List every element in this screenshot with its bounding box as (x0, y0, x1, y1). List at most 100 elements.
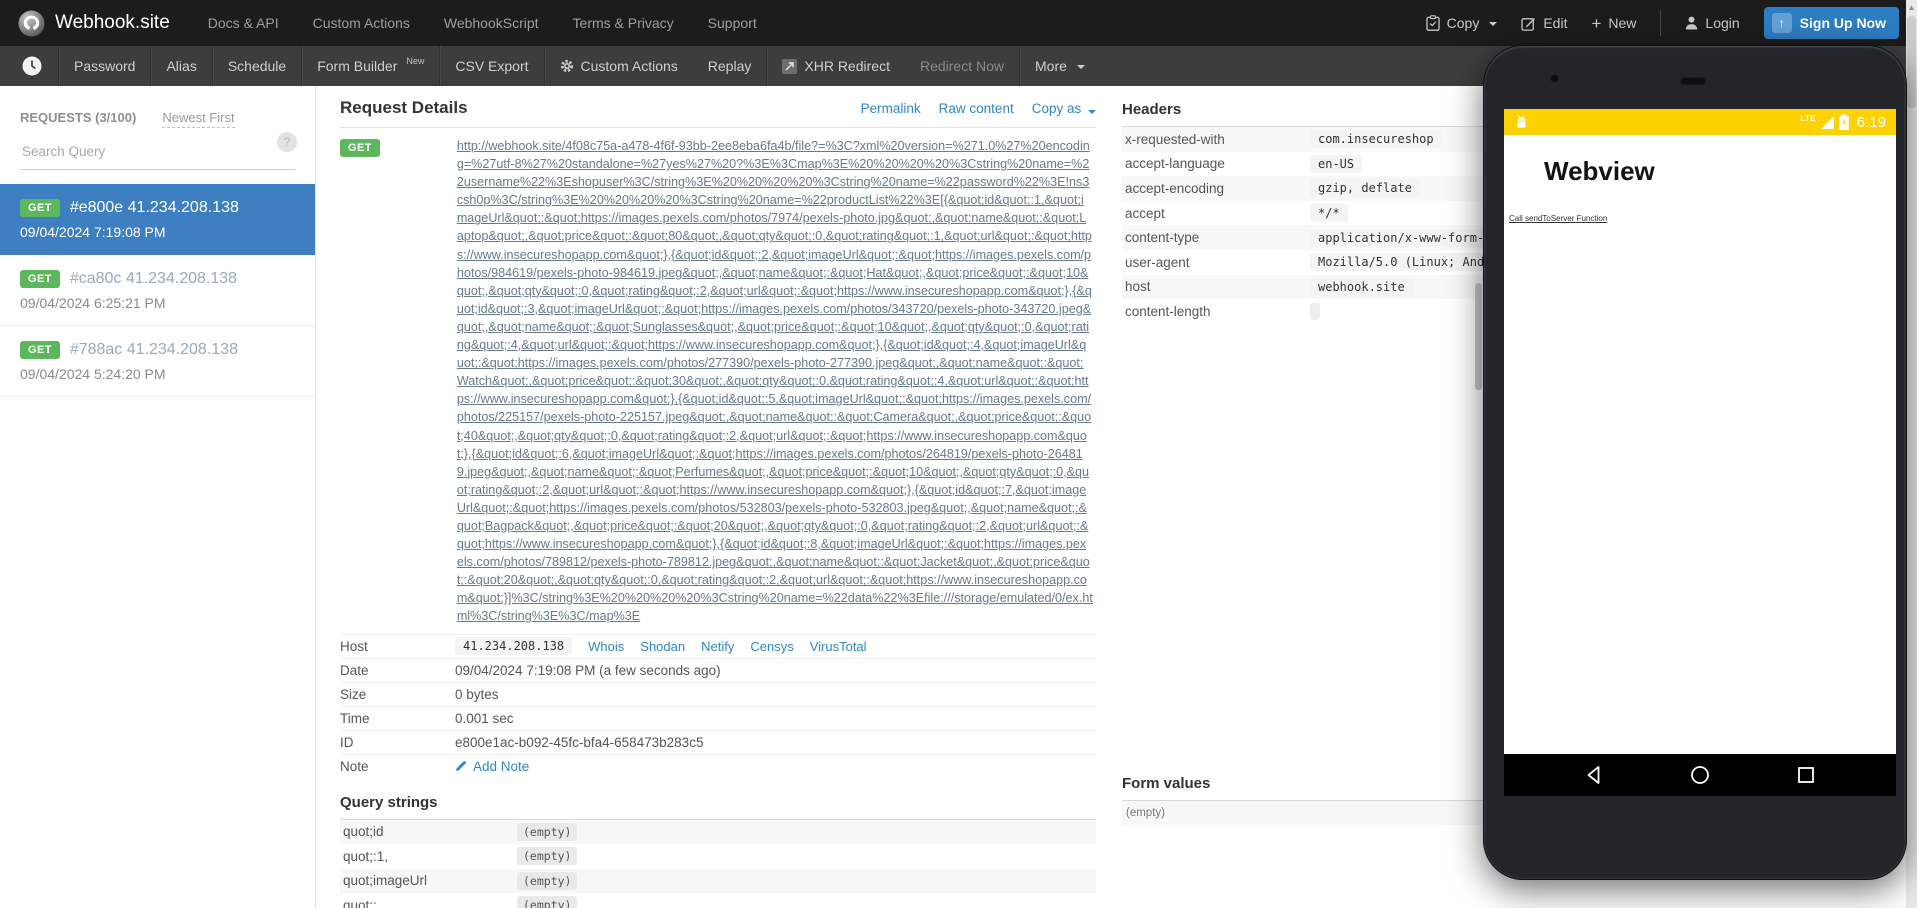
clipboard-icon (1426, 15, 1440, 31)
login-button[interactable]: Login (1685, 15, 1739, 31)
custom-actions-label: Custom Actions (581, 58, 678, 74)
edit-label: Edit (1543, 15, 1567, 31)
network-type-label: LTE (1800, 114, 1815, 123)
csv-export-button[interactable]: CSV Export (440, 46, 543, 86)
query-string-row: quot;: (empty) (340, 893, 1096, 908)
section-title: Query strings (340, 784, 1096, 820)
censys-link[interactable]: Censys (750, 639, 793, 654)
permalink-link[interactable]: Permalink (861, 101, 921, 116)
browser-scrollbar[interactable]: ▲ (1906, 0, 1917, 908)
replay-button[interactable]: Replay (693, 46, 767, 86)
xhr-redirect-label: XHR Redirect (804, 58, 890, 74)
field-label: Size (340, 687, 455, 702)
custom-actions-button[interactable]: Custom Actions (545, 46, 693, 86)
nav-link-webhookscript[interactable]: WebhookScript (444, 15, 539, 31)
form-builder-button[interactable]: Form Builder New (302, 46, 439, 86)
more-label: More (1035, 58, 1067, 74)
host-lookup-links: Whois Shodan Netify Censys VirusTotal (588, 639, 866, 654)
nav-link-custom-actions[interactable]: Custom Actions (313, 15, 410, 31)
clock-time: 6:19 (1857, 114, 1886, 131)
date-row: Date 09/04/2024 7:19:08 PM (a few second… (340, 658, 1096, 682)
note-row: Note Add Note (340, 754, 1096, 778)
browser-scrollbar-thumb[interactable] (1907, 16, 1916, 108)
field-label: Date (340, 663, 455, 678)
query-key: quot;imageUrl (340, 873, 517, 888)
top-navbar-right: Copy Edit + New Login ↑ (1426, 7, 1899, 39)
home-button-icon[interactable] (1689, 764, 1711, 786)
whois-link[interactable]: Whois (588, 639, 624, 654)
header-key: accept (1122, 206, 1310, 221)
page-title: Request Details (340, 98, 468, 118)
time-value: 0.001 sec (455, 711, 514, 726)
shodan-link[interactable]: Shodan (640, 639, 685, 654)
method-badge: GET (20, 270, 60, 288)
field-label: Host (340, 639, 455, 654)
search-input[interactable] (20, 143, 248, 160)
query-value: (empty) (517, 896, 577, 908)
copy-menu-button[interactable]: Copy (1426, 15, 1498, 31)
sign-up-now-button[interactable]: ↑ Sign Up Now (1764, 7, 1899, 39)
query-value: (empty) (517, 823, 577, 841)
add-note-label: Add Note (473, 759, 529, 774)
scroll-up-arrow-icon[interactable]: ▲ (1906, 0, 1917, 14)
raw-content-link[interactable]: Raw content (939, 101, 1014, 116)
request-url-link[interactable]: http://webhook.site/4f08c75a-a478-4f6f-9… (457, 137, 1093, 626)
request-list-item[interactable]: GET #e800e 41.234.208.138 09/04/2024 7:1… (0, 184, 315, 255)
new-url-button[interactable]: + New (1591, 15, 1636, 32)
more-menu-button[interactable]: More (1020, 46, 1100, 86)
request-date: 09/04/2024 7:19:08 PM (20, 224, 295, 240)
form-values-empty-label: (empty) (1126, 807, 1165, 819)
virustotal-link[interactable]: VirusTotal (810, 639, 867, 654)
nav-link-terms-privacy[interactable]: Terms & Privacy (573, 15, 674, 31)
request-date: 09/04/2024 5:24:20 PM (20, 366, 295, 382)
brand-name: Webhook.site (55, 12, 170, 34)
chevron-down-icon (1077, 65, 1085, 69)
copy-as-menu[interactable]: Copy as (1032, 101, 1096, 116)
timer-button[interactable] (6, 46, 58, 86)
edit-button[interactable]: Edit (1521, 15, 1567, 31)
panel-scrollbar-thumb[interactable] (1475, 283, 1482, 390)
add-note-button[interactable]: Add Note (455, 759, 529, 774)
redirect-now-button[interactable]: Redirect Now (905, 46, 1019, 86)
requests-count-label: REQUESTS (3/100) (20, 110, 136, 125)
back-button-icon[interactable] (1583, 764, 1605, 786)
request-id-ip: #ca80c 41.234.208.138 (70, 270, 237, 288)
nav-link-docs-api[interactable]: Docs & API (208, 15, 279, 31)
nav-link-support[interactable]: Support (708, 15, 757, 31)
size-row: Size 0 bytes (340, 682, 1096, 706)
header-key: x-requested-with (1122, 132, 1310, 147)
xhr-redirect-button[interactable]: XHR Redirect (767, 46, 905, 86)
statusbar-right-cluster: LTE 6:19 (1800, 114, 1886, 131)
password-button[interactable]: Password (59, 46, 150, 86)
recents-button-icon[interactable] (1795, 764, 1817, 786)
webhook-logo-icon (18, 10, 45, 37)
brand-link[interactable]: Webhook.site (18, 10, 170, 37)
size-value: 0 bytes (455, 687, 499, 702)
top-navbar: Webhook.site Docs & API Custom Actions W… (0, 0, 1917, 46)
header-key: accept-language (1122, 156, 1310, 171)
up-arrow-icon: ↑ (1772, 13, 1792, 33)
search-help-icon[interactable]: ? (277, 132, 297, 152)
send-to-server-link[interactable]: Call sendToServer Function (1509, 214, 1607, 223)
query-value: (empty) (517, 847, 577, 865)
request-details-header: Request Details Permalink Raw content Co… (340, 98, 1096, 128)
query-strings-table: quot;id (empty) quot;:1, (empty) quot;im… (340, 820, 1096, 908)
header-value: Mozilla/5.0 (Linux; Andr (1310, 253, 1499, 271)
request-list-item[interactable]: GET #ca80c 41.234.208.138 09/04/2024 6:2… (0, 255, 315, 326)
copy-menu-label: Copy (1447, 15, 1480, 31)
request-url-row: GET http://webhook.site/4f08c75a-a478-4f… (340, 128, 1096, 626)
android-statusbar: LTE 6:19 (1504, 109, 1896, 135)
request-list: GET #e800e 41.234.208.138 09/04/2024 7:1… (0, 184, 315, 397)
schedule-button[interactable]: Schedule (213, 46, 301, 86)
field-label: Note (340, 759, 455, 774)
sort-toggle[interactable]: Newest First (162, 110, 234, 128)
netify-link[interactable]: Netify (701, 639, 734, 654)
android-robot-icon (1514, 115, 1529, 130)
header-value: */* (1310, 204, 1348, 222)
header-key: host (1122, 279, 1310, 294)
request-id-ip: #788ac 41.234.208.138 (70, 341, 238, 359)
clock-icon (21, 55, 43, 77)
header-value: en-US (1310, 155, 1362, 173)
alias-button[interactable]: Alias (151, 46, 211, 86)
request-list-item[interactable]: GET #788ac 41.234.208.138 09/04/2024 5:2… (0, 326, 315, 397)
